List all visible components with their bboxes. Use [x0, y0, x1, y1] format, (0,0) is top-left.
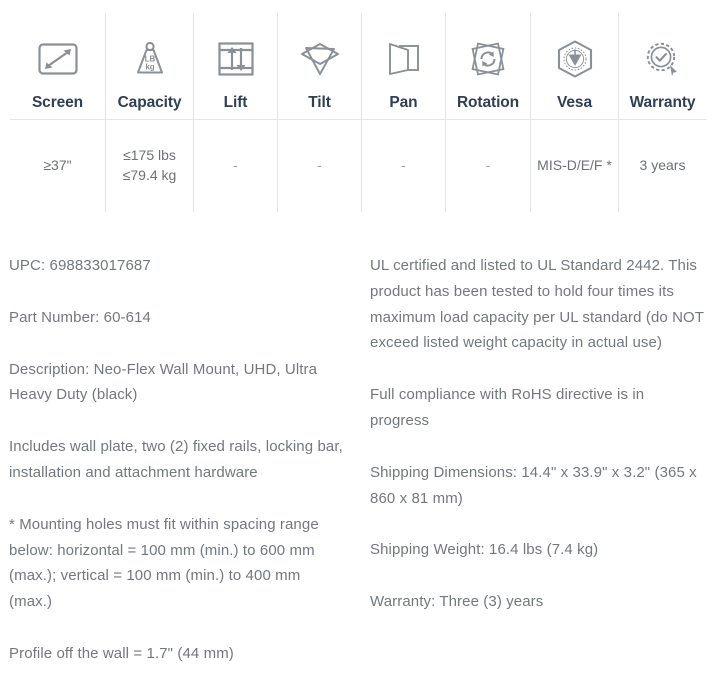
tilt-icon	[280, 33, 359, 85]
rotation-icon	[448, 33, 528, 85]
spec-column-label: Screen	[31, 93, 84, 111]
detail-paragraph: Warranty: Three (3) years	[370, 593, 544, 611]
spec-value-lift: -	[193, 119, 278, 212]
spec-column-pan: Pan	[361, 13, 446, 120]
spec-table-container: Screen LB kg Capacity Lift Tilt Pan Rota…	[9, 12, 707, 213]
pan-icon	[364, 33, 443, 85]
spec-column-label: Pan	[389, 93, 418, 111]
spec-table-body: ≥37" ≤175 lbs ≤79.4 kg - - - - MIS-D/E/F…	[10, 119, 707, 213]
details-left-column: UPC: 698833017687 Part Number: 60-614 De…	[9, 253, 344, 667]
screen-size-icon	[12, 33, 103, 85]
vesa-badge-icon	[533, 33, 616, 85]
warranty-seal-icon	[621, 33, 704, 85]
spec-column-lift: Lift	[193, 13, 278, 120]
spec-value-text: -	[401, 157, 406, 174]
detail-paragraph: Full compliance with RoHS directive is i…	[370, 386, 645, 429]
spec-column-screen: Screen	[10, 13, 106, 120]
detail-paragraph: UPC: 698833017687	[9, 257, 151, 274]
spec-sheet-page: Screen LB kg Capacity Lift Tilt Pan Rota…	[0, 0, 715, 691]
spec-column-label: Warranty	[629, 93, 696, 111]
details-right-column: UL certified and listed to UL Standard 2…	[370, 253, 705, 667]
weight-icon: LB kg	[108, 33, 191, 85]
spec-column-label: Vesa	[557, 93, 592, 111]
spec-value-text: -	[233, 157, 238, 174]
detail-paragraph: Shipping Weight: 16.4 lbs (7.4 kg)	[370, 541, 599, 559]
spec-value-text: -	[317, 157, 322, 174]
table-row: ≥37" ≤175 lbs ≤79.4 kg - - - - MIS-D/E/F…	[10, 119, 707, 213]
spec-column-rotation: Rotation	[445, 13, 531, 120]
detail-paragraph: * Mounting holes must fit within spacing…	[9, 515, 319, 611]
spec-value-warranty: 3 years	[619, 120, 707, 213]
spec-column-warranty: Warranty	[618, 13, 706, 120]
spec-column-vesa: Vesa	[530, 13, 619, 120]
spec-value-screen: ≥37"	[10, 119, 106, 212]
spec-column-label: Tilt	[308, 93, 331, 111]
spec-column-label: Lift	[223, 93, 248, 111]
spec-header-row: Screen LB kg Capacity Lift Tilt Pan Rota…	[10, 13, 706, 120]
spec-value-pan: -	[361, 119, 446, 212]
detail-paragraph: Part Number: 60-614	[9, 308, 151, 326]
specifications-table: Screen LB kg Capacity Lift Tilt Pan Rota…	[9, 12, 707, 213]
spec-column-capacity: LB kg Capacity	[105, 13, 194, 120]
spec-column-label: Capacity	[117, 93, 182, 111]
spec-value-text: MIS-D/E/F *	[537, 157, 612, 174]
spec-value-rotation: -	[445, 119, 531, 212]
spec-value-capacity: ≤175 lbs ≤79.4 kg	[105, 119, 194, 212]
detail-paragraph: Description: Neo-Flex Wall Mount, UHD, U…	[9, 360, 318, 404]
lift-icon	[196, 33, 275, 85]
spec-value-text: -	[485, 157, 491, 174]
spec-value-vesa: MIS-D/E/F *	[530, 119, 619, 212]
detail-paragraph: Profile off the wall = 1.7" (44 mm)	[9, 644, 234, 662]
spec-value-text: 3 years	[639, 157, 686, 174]
spec-value-text: ≤175 lbs ≤79.4 kg	[122, 147, 177, 183]
spec-table-header: Screen LB kg Capacity Lift Tilt Pan Rota…	[10, 13, 706, 120]
spec-column-label: Rotation	[456, 93, 520, 111]
spec-value-tilt: -	[277, 119, 362, 212]
detail-paragraph: UL certified and listed to UL Standard 2…	[370, 257, 704, 352]
spec-value-text: ≥37"	[43, 157, 72, 174]
weight-icon-unit-kg: kg	[145, 62, 154, 71]
spec-column-tilt: Tilt	[277, 13, 362, 120]
detail-paragraph: Shipping Dimensions: 14.4" x 33.9" x 3.2…	[370, 463, 697, 507]
product-details: UPC: 698833017687 Part Number: 60-614 De…	[9, 253, 706, 667]
detail-paragraph: Includes wall plate, two (2) fixed rails…	[9, 438, 343, 481]
